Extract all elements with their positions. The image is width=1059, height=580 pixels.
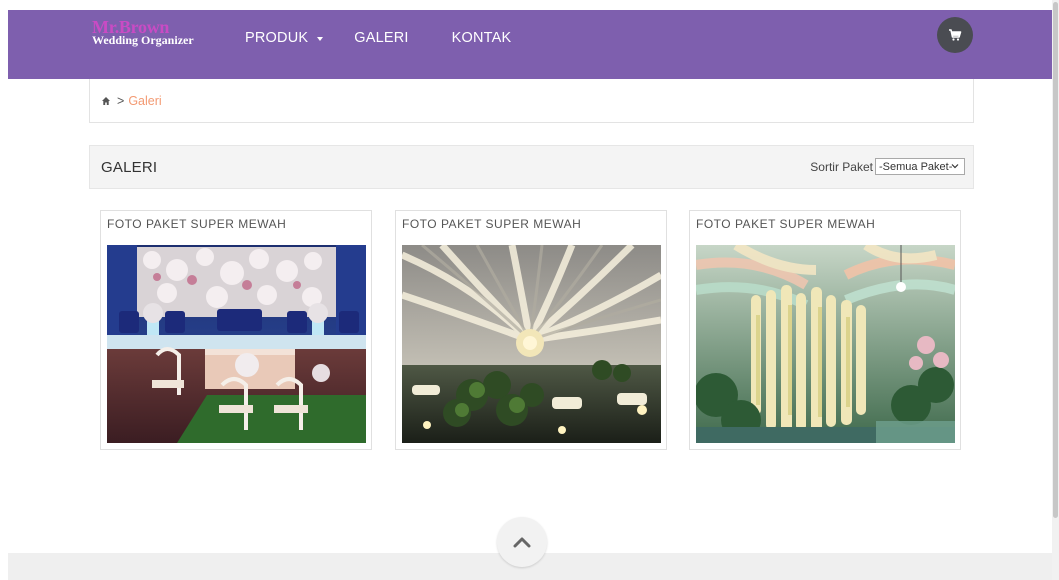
nav-item-produk[interactable]: PRODUK (245, 30, 324, 46)
nav-menu: PRODUK GALERI KONTAK (245, 10, 554, 66)
brand-tagline: Wedding Organizer (92, 33, 194, 47)
navbar: Mr.Brown Wedding Organizer PRODUK GALERI… (8, 10, 1052, 79)
gallery-card-title: FOTO PAKET SUPER MEWAH (107, 217, 287, 231)
chevron-down-icon (951, 164, 959, 169)
scrollbar-thumb[interactable] (1053, 2, 1058, 518)
breadcrumb: > Galeri (89, 79, 974, 123)
gallery-card-title: FOTO PAKET SUPER MEWAH (696, 217, 876, 231)
gallery-header: GALERI Sortir Paket -Semua Paket- (89, 145, 974, 189)
gallery-card[interactable]: FOTO PAKET SUPER MEWAH (689, 210, 961, 450)
page-scrollbar[interactable] (1052, 0, 1059, 580)
nav-item-label: PRODUK (245, 30, 309, 46)
brand-logo[interactable]: Mr.Brown Wedding Organizer (92, 18, 194, 46)
nav-item-label: KONTAK (451, 30, 512, 46)
caret-down-icon (317, 36, 324, 41)
gallery-card[interactable]: FOTO PAKET SUPER MEWAH (395, 210, 667, 450)
gallery-photo[interactable] (696, 245, 955, 443)
sort-package-select[interactable]: -Semua Paket- (875, 158, 965, 175)
sort-label: Sortir Paket (810, 159, 873, 174)
breadcrumb-current[interactable]: Galeri (128, 94, 161, 108)
gallery-card[interactable]: FOTO PAKET SUPER MEWAH (100, 210, 372, 450)
home-icon[interactable] (101, 96, 111, 106)
nav-item-galeri[interactable]: GALERI (354, 30, 408, 46)
nav-item-label: GALERI (354, 30, 409, 46)
gallery-photo[interactable] (402, 245, 661, 443)
chevron-up-icon (513, 537, 531, 548)
gallery-photo[interactable] (107, 245, 366, 443)
scroll-to-top-button[interactable] (497, 517, 547, 567)
page-title: GALERI (101, 158, 158, 176)
shopping-cart-icon (949, 29, 962, 41)
page: Mr.Brown Wedding Organizer PRODUK GALERI… (8, 10, 1052, 580)
sort-selected-value: -Semua Paket- (879, 160, 953, 173)
cart-button[interactable] (937, 17, 973, 53)
sort-control: Sortir Paket -Semua Paket- (810, 158, 965, 175)
gallery-card-title: FOTO PAKET SUPER MEWAH (402, 217, 582, 231)
breadcrumb-separator: > (117, 93, 125, 108)
nav-item-kontak[interactable]: KONTAK (452, 30, 512, 46)
